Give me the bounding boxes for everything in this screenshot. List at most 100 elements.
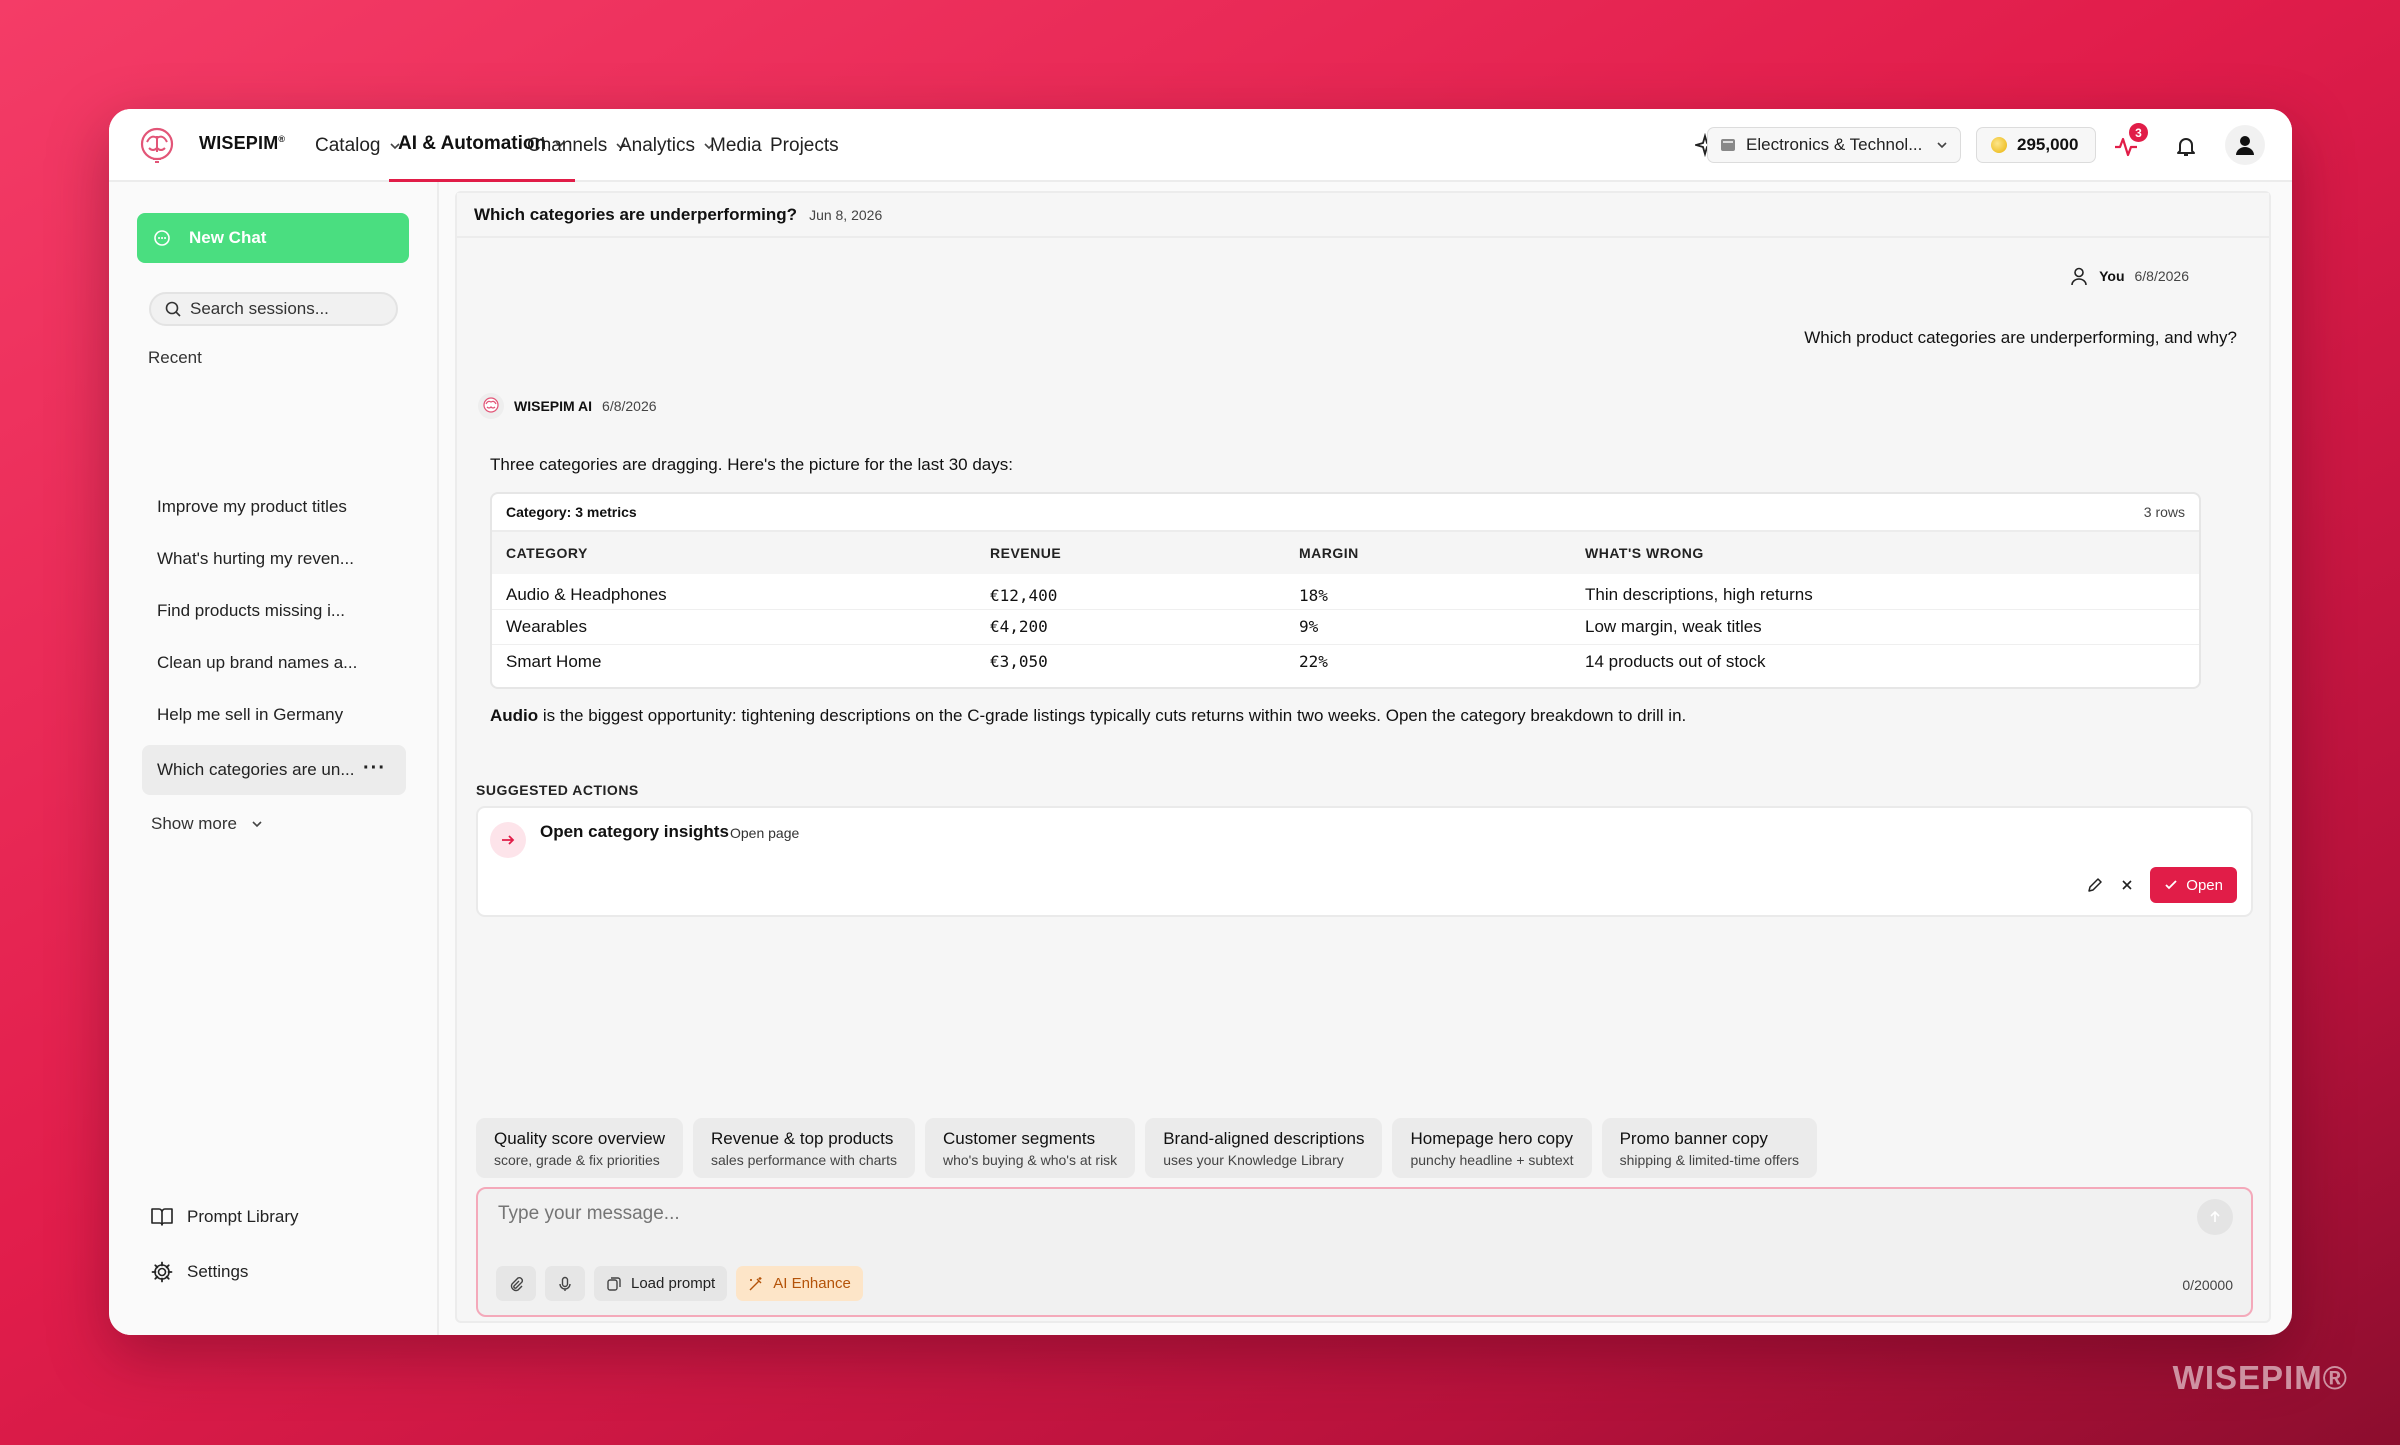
metrics-table: CATEGORY REVENUE MARGIN WHAT'S WRONG Aud… bbox=[492, 532, 2199, 679]
column-header: WHAT'S WRONG bbox=[1585, 545, 1704, 561]
nav-catalog[interactable]: Catalog bbox=[315, 109, 401, 182]
table-cell: 22% bbox=[1299, 652, 1328, 672]
ai-summary-text: Audio is the biggest opportunity: tighte… bbox=[490, 706, 1687, 725]
brand-name[interactable]: WISEPIM® bbox=[199, 133, 285, 154]
gear-icon bbox=[151, 1261, 173, 1283]
prompt-library-link[interactable]: Prompt Library bbox=[151, 1207, 298, 1227]
top-navigation: WISEPIM® Catalog AI & Automation Channel… bbox=[109, 109, 2292, 182]
chevron-down-icon bbox=[252, 821, 262, 828]
watermark: WISEPIM® bbox=[2172, 1359, 2348, 1396]
session-item[interactable]: Clean up brand names a... bbox=[142, 638, 406, 688]
session-item[interactable]: Find products missing i... bbox=[142, 586, 406, 636]
brain-logo-icon bbox=[478, 393, 504, 419]
coin-icon bbox=[1991, 137, 2007, 153]
user-avatar[interactable] bbox=[2225, 125, 2265, 165]
table-cell: 14 products out of stock bbox=[1585, 651, 1766, 671]
attach-button[interactable] bbox=[496, 1266, 536, 1301]
nav-analytics[interactable]: Analytics bbox=[619, 109, 715, 182]
table-row: Wearables €4,200 9% Low margin, weak tit… bbox=[492, 609, 2199, 645]
suggested-actions-label: SUGGESTED ACTIONS bbox=[476, 782, 639, 798]
table-header-row: CATEGORY REVENUE MARGIN WHAT'S WRONG bbox=[492, 532, 2199, 574]
prompt-chip[interactable]: Promo banner copy shipping & limited-time… bbox=[1601, 1118, 1818, 1178]
conversation-title: Which categories are underperforming? bbox=[474, 204, 798, 224]
book-icon bbox=[151, 1208, 173, 1226]
microphone-button[interactable] bbox=[545, 1266, 585, 1301]
table-cell: Wearables bbox=[492, 609, 976, 645]
session-item[interactable]: Improve my product titles bbox=[142, 482, 406, 532]
search-icon bbox=[165, 301, 181, 317]
load-prompt-button[interactable]: Load prompt bbox=[594, 1266, 728, 1301]
table-cell: 9% bbox=[1285, 609, 1571, 645]
settings-link[interactable]: Settings bbox=[151, 1261, 248, 1283]
table-cell: Thin descriptions, high returns bbox=[1571, 574, 2199, 610]
table-cell: 18% bbox=[1285, 574, 1571, 610]
magic-wand-icon bbox=[749, 1276, 762, 1290]
table-row: Smart Home €3,050 22% 14 products out of… bbox=[492, 644, 2199, 679]
ai-message-meta: WISEPIM AI 6/8/2026 bbox=[478, 393, 657, 419]
nav-channels[interactable]: Channels bbox=[527, 109, 627, 182]
catalog-selector[interactable]: Electronics & Technol... bbox=[1707, 127, 1961, 163]
paperclip-icon bbox=[510, 1276, 523, 1291]
activity-badge: 3 bbox=[2129, 123, 2148, 142]
pencil-icon[interactable] bbox=[2086, 876, 2104, 894]
prompt-chip[interactable]: Brand-aligned descriptions uses your Know… bbox=[1145, 1118, 1383, 1178]
chevron-down-icon bbox=[1937, 142, 1947, 149]
credits-balance[interactable]: 295,000 bbox=[1976, 127, 2096, 163]
catalog-icon bbox=[1721, 139, 1735, 151]
table-row: Audio & Headphones €12,400 18% Thin desc… bbox=[492, 574, 2199, 610]
user-icon bbox=[2071, 267, 2087, 286]
prompt-chips: Quality score overview score, grade & fix… bbox=[476, 1118, 1818, 1178]
table-caption: Category: 3 metrics 3 rows bbox=[492, 494, 2199, 532]
arrow-right-icon bbox=[490, 822, 526, 858]
session-item[interactable]: What's hurting my reven... bbox=[142, 534, 406, 584]
show-more-button[interactable]: Show more bbox=[151, 814, 263, 834]
message-input[interactable] bbox=[498, 1203, 2148, 1225]
search-sessions-input[interactable]: Search sessions... bbox=[149, 292, 398, 326]
more-options-icon[interactable]: ··· bbox=[363, 757, 386, 780]
prompt-icon bbox=[607, 1276, 621, 1291]
ai-intro-text: Three categories are dragging. Here's th… bbox=[490, 455, 1013, 474]
bell-icon[interactable] bbox=[2169, 129, 2203, 163]
open-button[interactable]: Open bbox=[2150, 867, 2237, 903]
session-item-active[interactable]: Which categories are un... ··· bbox=[142, 745, 406, 795]
nav-projects[interactable]: Projects bbox=[770, 109, 839, 182]
suggested-action-title: Open category insights bbox=[540, 822, 729, 841]
chat-sidebar: New Chat Search sessions... Recent Impro… bbox=[109, 182, 439, 1335]
suggested-action-controls: Open bbox=[2086, 867, 2237, 903]
nav-media[interactable]: Media bbox=[710, 109, 762, 182]
metrics-table-card: Category: 3 metrics 3 rows CATEGORY REVE… bbox=[490, 492, 2201, 689]
message-composer: Load prompt AI Enhance 0/20000 bbox=[476, 1187, 2253, 1317]
send-button[interactable] bbox=[2197, 1199, 2233, 1235]
table-cell: €4,200 bbox=[976, 609, 1285, 645]
conversation-header: Which categories are underperforming? Ju… bbox=[457, 193, 2269, 238]
character-counter: 0/20000 bbox=[2182, 1277, 2233, 1293]
table-cell: Smart Home bbox=[506, 651, 602, 671]
prompt-chip[interactable]: Customer segments who's buying & who's at… bbox=[924, 1118, 1136, 1178]
column-header: MARGIN bbox=[1299, 545, 1359, 561]
brain-logo-icon[interactable] bbox=[137, 126, 177, 166]
user-message: Which product categories are underperfor… bbox=[1804, 328, 2237, 347]
table-cell: Audio & Headphones bbox=[492, 574, 976, 610]
ai-enhance-button[interactable]: AI Enhance bbox=[736, 1266, 863, 1301]
table-cell: €3,050 bbox=[990, 652, 1048, 672]
chat-panel: Which categories are underperforming? Ju… bbox=[455, 191, 2271, 1323]
conversation-date: Jun 8, 2026 bbox=[809, 206, 883, 223]
prompt-chip[interactable]: Homepage hero copy punchy headline + subt… bbox=[1392, 1118, 1592, 1178]
close-icon[interactable] bbox=[2118, 876, 2136, 894]
table-cell: Low margin, weak titles bbox=[1571, 609, 2199, 645]
session-item[interactable]: Help me sell in Germany bbox=[142, 690, 406, 740]
composer-toolbar: Load prompt AI Enhance bbox=[496, 1266, 863, 1301]
prompt-chip[interactable]: Revenue & top products sales performance … bbox=[693, 1118, 915, 1178]
user-icon bbox=[2236, 136, 2254, 155]
app-window: WISEPIM® Catalog AI & Automation Channel… bbox=[109, 109, 2292, 1335]
column-header: REVENUE bbox=[990, 545, 1062, 561]
recent-label: Recent bbox=[148, 348, 202, 367]
suggested-action-card: Open category insights Open page Open bbox=[476, 806, 2253, 917]
microphone-icon bbox=[559, 1276, 571, 1291]
user-message-meta: You 6/8/2026 bbox=[2069, 266, 2189, 286]
column-header: CATEGORY bbox=[506, 545, 588, 561]
new-chat-button[interactable]: New Chat bbox=[137, 213, 409, 263]
prompt-chip[interactable]: Quality score overview score, grade & fix… bbox=[476, 1118, 684, 1178]
chat-bubble-icon bbox=[154, 230, 170, 246]
arrow-up-icon bbox=[2210, 1210, 2220, 1222]
